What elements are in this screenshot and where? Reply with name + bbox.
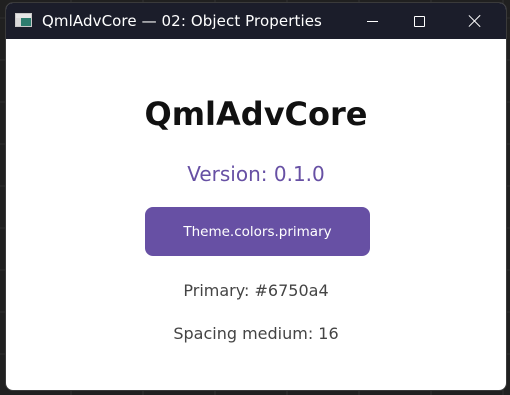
maximize-button[interactable] <box>396 3 442 39</box>
version-label: Version: 0.1.0 <box>187 162 325 186</box>
close-icon <box>468 14 482 28</box>
page-title: QmlAdvCore <box>144 95 368 133</box>
maximize-icon <box>413 15 425 27</box>
app-window: QmlAdvCore — 02: Object Properties QmlAd… <box>5 2 507 391</box>
primary-color-button[interactable]: Theme.colors.primary <box>145 207 370 256</box>
close-button[interactable] <box>452 3 498 39</box>
main-content: QmlAdvCore Version: 0.1.0 Theme.colors.p… <box>6 39 506 390</box>
window-title: QmlAdvCore — 02: Object Properties <box>42 12 322 30</box>
primary-color-text: Primary: #6750a4 <box>183 281 329 300</box>
minimize-icon <box>366 20 378 22</box>
app-window-icon <box>15 13 32 27</box>
spacing-medium-text: Spacing medium: 16 <box>173 324 339 343</box>
title-bar[interactable]: QmlAdvCore — 02: Object Properties <box>6 3 506 39</box>
minimize-button[interactable] <box>349 3 395 39</box>
